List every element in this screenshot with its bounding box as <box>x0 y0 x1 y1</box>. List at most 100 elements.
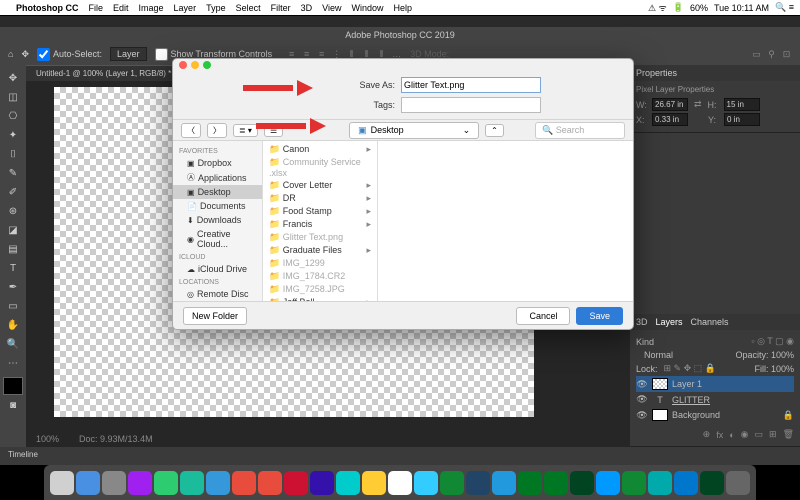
sidebar-item-downloads[interactable]: ⬇ Downloads <box>173 213 262 227</box>
auto-select-check[interactable] <box>37 48 50 61</box>
dock-app[interactable] <box>362 471 386 495</box>
layer-row[interactable]: 👁TGLITTER <box>636 392 794 407</box>
dock-app[interactable] <box>596 471 620 495</box>
menu-window[interactable]: Window <box>351 3 383 13</box>
sidebar-item-remote[interactable]: ◎ Remote Disc <box>173 287 262 301</box>
dock-app[interactable] <box>336 471 360 495</box>
stamp-tool[interactable]: ⊛ <box>3 202 23 220</box>
opacity[interactable]: Opacity: 100% <box>735 350 794 360</box>
prop-h[interactable] <box>724 98 760 111</box>
prop-x[interactable] <box>652 113 688 126</box>
dock-app[interactable] <box>310 471 334 495</box>
layers-tab[interactable]: Layers <box>656 317 683 327</box>
move-tool[interactable]: ✥ <box>3 69 23 87</box>
file-item[interactable]: 📁 Graduate Files▸ <box>263 244 377 257</box>
layer-row[interactable]: 👁Layer 1 <box>636 376 794 392</box>
location-dropdown[interactable]: ▣Desktop⌄ <box>349 122 479 139</box>
sidebar-item-dropbox[interactable]: ▣ Dropbox <box>173 156 262 170</box>
dock-app[interactable] <box>492 471 516 495</box>
view-mode[interactable]: ≣ ▾ <box>233 124 258 137</box>
fg-bg-color[interactable] <box>3 377 23 395</box>
sidebar-item-documents[interactable]: 📄 Documents <box>173 199 262 213</box>
sidebar-item-desktop[interactable]: ▣ Desktop <box>173 185 262 199</box>
file-item[interactable]: 📁 Francis▸ <box>263 218 377 231</box>
menu-3d[interactable]: 3D <box>301 3 313 13</box>
menu-filter[interactable]: Filter <box>271 3 291 13</box>
zoom-level[interactable]: 100% <box>36 434 59 444</box>
fwd-button[interactable]: 〉 <box>207 123 227 138</box>
new-folder-button[interactable]: New Folder <box>183 307 247 325</box>
dialog-traffic-lights[interactable] <box>173 59 633 71</box>
dock-app[interactable] <box>128 471 152 495</box>
sidebar-item-applications[interactable]: Ⓐ Applications <box>173 170 262 185</box>
fill[interactable]: Fill: 100% <box>754 364 794 374</box>
properties-tab[interactable]: Properties <box>636 68 677 78</box>
dock-app[interactable] <box>518 471 542 495</box>
sidebar-item-creativecloud[interactable]: ◉ Creative Cloud... <box>173 227 262 251</box>
shape-tool[interactable]: ▭ <box>3 297 23 315</box>
dock-app[interactable] <box>284 471 308 495</box>
cancel-button[interactable]: Cancel <box>516 307 570 325</box>
document-tab[interactable]: Untitled-1 @ 100% (Layer 1, RGB/8) * <box>26 65 181 81</box>
crop-tool[interactable]: ⌷ <box>3 145 23 163</box>
dock-app[interactable] <box>674 471 698 495</box>
dock-app[interactable] <box>102 471 126 495</box>
dock-app[interactable] <box>414 471 438 495</box>
tags-input[interactable] <box>401 97 541 113</box>
home-icon[interactable]: ⌂ <box>8 49 13 59</box>
dock-app[interactable] <box>180 471 204 495</box>
menu-layer[interactable]: Layer <box>174 3 197 13</box>
file-item[interactable]: 📁 DR▸ <box>263 192 377 205</box>
auto-select-target[interactable]: Layer <box>110 47 147 61</box>
dock-app[interactable] <box>50 471 74 495</box>
dock-app[interactable] <box>622 471 646 495</box>
search-input[interactable]: 🔍 Search <box>535 122 625 139</box>
menu-file[interactable]: File <box>89 3 104 13</box>
wifi-icon[interactable]: ⚠︎ ᯤ <box>648 1 667 14</box>
prop-w[interactable] <box>652 98 688 111</box>
dock-app[interactable] <box>206 471 230 495</box>
dock-app[interactable] <box>648 471 672 495</box>
battery-icon[interactable]: 🔋 <box>673 2 684 13</box>
visibility-icon[interactable]: 👁 <box>636 410 648 421</box>
visibility-icon[interactable]: 👁 <box>636 379 648 390</box>
eyedropper-tool[interactable]: ✎ <box>3 164 23 182</box>
dock-app[interactable] <box>258 471 282 495</box>
layer-row[interactable]: 👁Background🔒 <box>636 407 794 423</box>
move-tool-icon[interactable]: ✥ <box>21 49 29 60</box>
lasso-tool[interactable]: ⎔ <box>3 107 23 125</box>
layer-kind[interactable]: Kind <box>636 337 654 347</box>
marquee-tool[interactable]: ◫ <box>3 88 23 106</box>
visibility-icon[interactable]: 👁 <box>636 394 648 405</box>
timeline-panel[interactable]: Timeline <box>0 447 800 465</box>
spotlight-icon[interactable]: 🔍 ≡ <box>775 2 794 13</box>
clock[interactable]: Tue 10:11 AM <box>714 3 769 13</box>
eraser-tool[interactable]: ◪ <box>3 221 23 239</box>
dock-app[interactable] <box>544 471 568 495</box>
blend-mode[interactable]: Normal <box>636 349 681 361</box>
show-transform-check[interactable] <box>155 48 168 61</box>
edit-toolbar[interactable]: ⋯ <box>3 354 23 372</box>
menu-edit[interactable]: Edit <box>113 3 129 13</box>
layer-thumb[interactable] <box>652 409 668 421</box>
wand-tool[interactable]: ✦ <box>3 126 23 144</box>
menu-select[interactable]: Select <box>236 3 261 13</box>
workspace-icons[interactable]: ▭⚲⊡ <box>751 49 792 60</box>
dock-app[interactable] <box>700 471 724 495</box>
layer-actions[interactable]: ⊕fx◐◉▭⊞🗑 <box>636 429 794 440</box>
brush-tool[interactable]: ✐ <box>3 183 23 201</box>
dock-app[interactable] <box>232 471 256 495</box>
dock-app[interactable] <box>440 471 464 495</box>
prop-y[interactable] <box>724 113 760 126</box>
menu-help[interactable]: Help <box>393 3 412 13</box>
dock-app[interactable] <box>76 471 100 495</box>
menu-view[interactable]: View <box>322 3 341 13</box>
gradient-tool[interactable]: ▤ <box>3 240 23 258</box>
dock-app[interactable] <box>154 471 178 495</box>
zoom-tool[interactable]: 🔍 <box>3 335 23 353</box>
window-traffic-lights[interactable] <box>0 15 800 27</box>
menu-image[interactable]: Image <box>139 3 164 13</box>
sidebar-item-icloud[interactable]: ☁ iCloud Drive <box>173 262 262 276</box>
save-button[interactable]: Save <box>576 307 623 325</box>
dock-app[interactable] <box>726 471 750 495</box>
